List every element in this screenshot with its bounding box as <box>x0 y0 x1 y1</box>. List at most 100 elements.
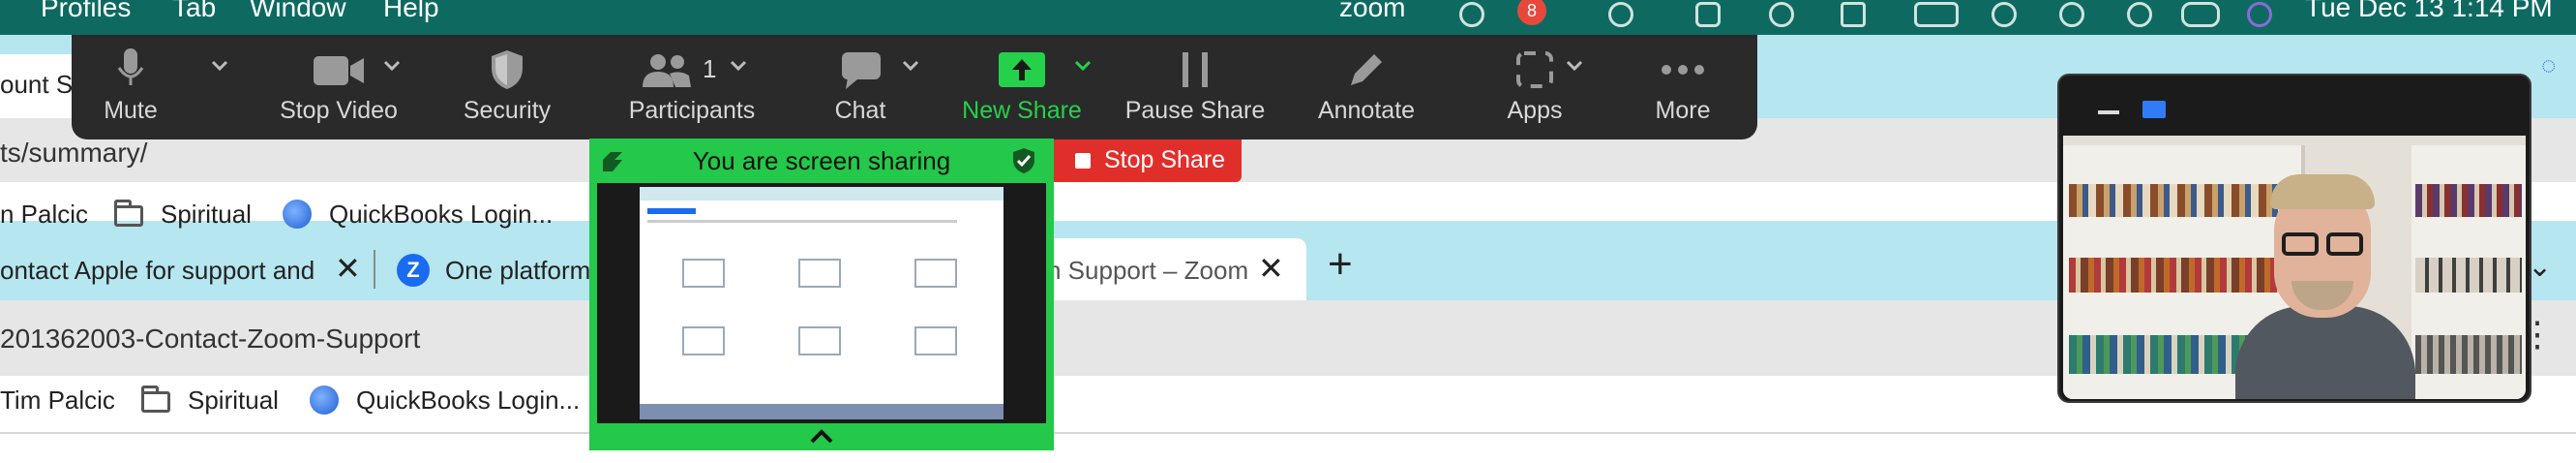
more-label: More <box>1655 97 1711 124</box>
share-arrow-icon <box>999 52 1045 87</box>
tab-close-icon[interactable]: ✕ <box>335 250 361 287</box>
view-toggle-icon[interactable] <box>2142 101 2166 118</box>
browser-tab-label[interactable]: n Support – Zoom <box>1047 256 1248 286</box>
pause-icon <box>1183 52 1208 87</box>
shield-check-icon <box>1013 148 1034 173</box>
security-label: Security <box>463 97 552 124</box>
quickbooks-icon <box>310 386 339 415</box>
pause-share-label: Pause Share <box>1124 97 1266 124</box>
sharing-status-text: You are screen sharing <box>692 146 951 175</box>
glasses-left-lens <box>2282 232 2319 256</box>
time-machine-icon[interactable] <box>2059 2 2084 27</box>
chevron-down-icon[interactable] <box>902 60 919 72</box>
bookshelf <box>2411 145 2526 399</box>
new-share-button[interactable]: New Share <box>954 35 1090 139</box>
menu-clock[interactable]: Tue Dec 13 1:14 PM <box>2305 0 2553 23</box>
stop-video-label: Stop Video <box>280 97 398 124</box>
participants-button[interactable]: 1 Participants <box>590 35 794 139</box>
search-icon[interactable] <box>2127 2 2152 27</box>
volume-icon[interactable] <box>1841 2 1866 27</box>
menu-window[interactable]: Window <box>250 0 346 23</box>
menu-help[interactable]: Help <box>383 0 439 23</box>
chevron-down-icon[interactable] <box>1074 60 1092 72</box>
more-button[interactable]: More <box>1630 35 1736 139</box>
ellipsis-icon <box>1662 65 1704 75</box>
microphone-icon <box>117 48 144 85</box>
security-button[interactable]: Security <box>430 35 584 139</box>
shield-icon <box>492 50 523 89</box>
bookmark-item[interactable]: Tim Palcic <box>0 386 115 416</box>
thumb-card <box>682 326 725 355</box>
chevron-up-icon[interactable] <box>809 429 834 445</box>
zoom-menu-extra[interactable]: zoom <box>1339 0 1405 23</box>
status-menu-icon[interactable] <box>1695 2 1721 27</box>
thumb-dock <box>640 404 1003 419</box>
self-view-window[interactable] <box>2057 74 2531 403</box>
shelf-books <box>2069 184 2291 217</box>
chevron-down-icon[interactable] <box>1566 60 1583 72</box>
sharing-header[interactable]: You are screen sharing <box>589 139 1054 183</box>
glasses-right-lens <box>2326 232 2363 256</box>
control-center-icon[interactable] <box>2181 2 2220 27</box>
wifi-icon[interactable] <box>1992 2 2017 27</box>
browser-tab-label[interactable]: ontact Apple for support and <box>0 256 315 286</box>
pause-share-button[interactable]: Pause Share <box>1113 35 1277 139</box>
bookmark-item[interactable]: Spiritual <box>161 200 252 230</box>
bookmark-item[interactable]: QuickBooks Login... <box>329 200 553 230</box>
tab-separator <box>374 250 375 289</box>
folder-icon <box>114 200 143 227</box>
extension-icon[interactable]: ◌ <box>2541 50 2556 80</box>
participants-icon <box>643 54 691 87</box>
thumb-card <box>798 259 841 288</box>
thumb-card <box>682 259 725 288</box>
new-share-label: New Share <box>962 97 1082 124</box>
participant-count: 1 <box>703 54 717 83</box>
zoom-favicon-icon: Z <box>397 254 430 287</box>
person-hair <box>2270 174 2375 209</box>
status-menu-icon[interactable] <box>1769 2 1794 27</box>
video-camera-icon <box>314 56 364 85</box>
chevron-down-icon[interactable] <box>383 60 401 72</box>
menu-profiles[interactable]: Profiles <box>41 0 131 23</box>
shelf-books <box>2069 258 2291 293</box>
new-tab-button[interactable]: + <box>1328 240 1353 289</box>
stop-square-icon <box>1075 153 1091 169</box>
person-shoulders <box>2235 306 2415 399</box>
bookmark-item[interactable]: n Palcic <box>0 200 88 230</box>
minimize-icon[interactable] <box>2098 110 2119 114</box>
chat-button[interactable]: Chat <box>807 35 914 139</box>
battery-icon[interactable] <box>1914 2 1959 27</box>
browser-tab-label[interactable]: One platform <box>445 256 590 286</box>
folder-icon <box>141 386 170 413</box>
chevron-down-icon[interactable] <box>211 60 228 72</box>
bookmark-item[interactable]: QuickBooks Login... <box>356 386 580 416</box>
tab-close-icon[interactable]: ✕ <box>1258 250 1284 287</box>
shelf-books <box>2415 184 2522 217</box>
status-menu-icon[interactable] <box>1459 2 1484 27</box>
thumb-page <box>640 201 1003 404</box>
chat-bubble-icon <box>842 52 881 89</box>
chat-label: Chat <box>834 97 886 124</box>
quickbooks-icon <box>283 200 312 229</box>
annotate-button[interactable]: Annotate <box>1299 35 1434 139</box>
mute-button[interactable]: Mute <box>77 35 184 139</box>
siri-icon[interactable] <box>2247 2 2272 27</box>
bookmark-item[interactable]: Spiritual <box>188 386 279 416</box>
macos-menu-bar: Profiles Tab Window Help zoom 8 Tue Dec … <box>0 0 2576 35</box>
status-menu-icon[interactable] <box>1608 2 1633 27</box>
thumb-card <box>798 326 841 355</box>
menu-tab[interactable]: Tab <box>172 0 216 23</box>
zoom-meeting-toolbar: Mute Stop Video Security 1 Participants … <box>72 35 1757 139</box>
apps-icon <box>1516 51 1553 88</box>
apps-label: Apps <box>1507 97 1563 124</box>
self-view-video <box>2063 136 2526 399</box>
chevron-down-icon[interactable] <box>730 60 747 72</box>
shared-screen-thumbnail[interactable] <box>597 183 1046 423</box>
address-url[interactable]: ts/summary/ <box>0 138 147 169</box>
stop-share-button[interactable]: Stop Share <box>1054 139 1242 182</box>
thumb-card <box>914 259 957 288</box>
address-url[interactable]: 201362003-Contact-Zoom-Support <box>0 324 420 355</box>
screen-sharing-panel: You are screen sharing <box>589 139 1054 450</box>
stop-video-button[interactable]: Stop Video <box>261 35 416 139</box>
apps-button[interactable]: Apps <box>1486 35 1583 139</box>
